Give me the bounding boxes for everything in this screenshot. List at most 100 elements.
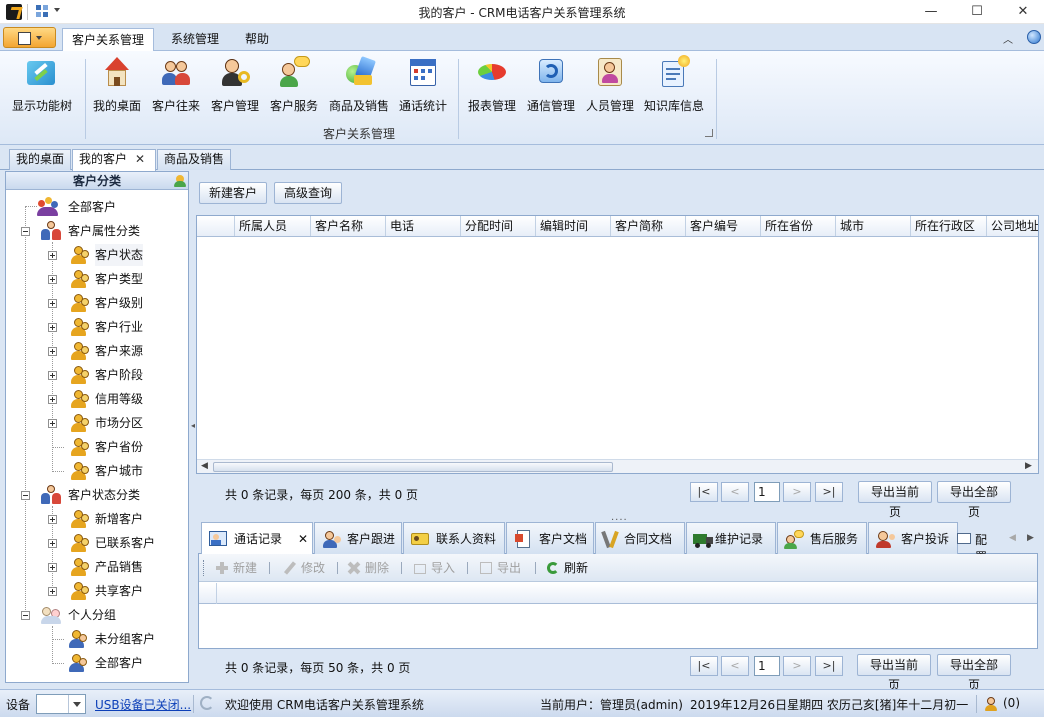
tab-scroll-right-icon[interactable]: ▶	[1027, 533, 1034, 543]
collapse-icon[interactable]	[21, 227, 30, 236]
tree-item-attribute[interactable]: 客户阶段	[6, 364, 186, 386]
tree-item-status[interactable]: 共享客户	[6, 580, 186, 602]
detail-first-page-button[interactable]: |<	[690, 656, 718, 676]
column-header[interactable]: 分配时间	[461, 216, 536, 236]
detail-last-page-button[interactable]: >|	[815, 656, 843, 676]
export-all-pages-button[interactable]: 导出全部页	[937, 481, 1011, 519]
tab-maintenance-records[interactable]: 维护记录	[686, 522, 776, 554]
expand-icon[interactable]	[48, 587, 57, 596]
expand-icon[interactable]	[48, 395, 57, 404]
column-header[interactable]: 客户简称	[611, 216, 686, 236]
my-desktop-button[interactable]: 我的桌面	[89, 53, 145, 125]
tree-item-attribute[interactable]: 信用等级	[6, 388, 186, 410]
tree-item-personal[interactable]: 未分组客户	[6, 628, 186, 650]
online-users-icon[interactable]	[984, 697, 998, 711]
tab-system-management[interactable]: 系统管理	[160, 28, 230, 51]
page-number-input[interactable]: 1	[754, 482, 780, 502]
tab-customer-relations[interactable]: 客户关系管理	[62, 28, 154, 52]
expand-icon[interactable]	[48, 371, 57, 380]
doc-tab-products-sales[interactable]: 商品及销售	[157, 149, 231, 170]
tree-item-status[interactable]: 已联系客户	[6, 532, 186, 554]
expand-icon[interactable]	[48, 419, 57, 428]
tree-item-all-customers[interactable]: 全部客户	[6, 196, 186, 218]
column-header[interactable]: 客户名称	[311, 216, 386, 236]
horizontal-scrollbar[interactable]: ◀ ▶	[197, 459, 1038, 473]
detail-next-page-button[interactable]: >	[783, 656, 811, 676]
communication-management-button[interactable]: 通信管理	[523, 53, 579, 125]
tree-item-attribute[interactable]: 客户级别	[6, 292, 186, 314]
tab-scroll-left-icon[interactable]: ◀	[1009, 533, 1016, 543]
prev-page-button[interactable]: <	[721, 482, 749, 502]
scroll-right-icon[interactable]: ▶	[1025, 461, 1032, 471]
detail-prev-page-button[interactable]: <	[721, 656, 749, 676]
column-header[interactable]: 所在行政区	[911, 216, 987, 236]
last-page-button[interactable]: >|	[815, 482, 843, 502]
expand-icon[interactable]	[48, 275, 57, 284]
first-page-button[interactable]: |<	[690, 482, 718, 502]
panel-pin-icon[interactable]	[174, 174, 186, 187]
globe-icon[interactable]	[1027, 30, 1041, 44]
tree-item-attribute[interactable]: 客户状态	[6, 244, 186, 266]
column-header[interactable]: 所属人员	[235, 216, 311, 236]
expand-icon[interactable]	[48, 539, 57, 548]
tab-call-records[interactable]: 通话记录 ✕	[201, 522, 313, 555]
tree-item-attribute[interactable]: 客户类型	[6, 268, 186, 290]
new-customer-button[interactable]: 新建客户	[199, 182, 267, 204]
tree-item-attribute[interactable]: 客户省份	[6, 436, 186, 458]
expand-icon[interactable]	[48, 299, 57, 308]
show-tree-button[interactable]: 显示功能树	[8, 53, 76, 125]
column-header[interactable]: 电话	[386, 216, 461, 236]
maximize-button[interactable]: ☐	[954, 0, 1000, 24]
application-menu-button[interactable]	[3, 27, 56, 48]
device-select[interactable]	[36, 694, 86, 714]
tree-item-personal-group[interactable]: 个人分组	[6, 604, 186, 626]
collapse-icon[interactable]	[21, 611, 30, 620]
minimize-button[interactable]: —	[908, 0, 954, 24]
column-header[interactable]: 城市	[836, 216, 911, 236]
tree-item-personal[interactable]: 全部客户	[6, 652, 186, 674]
scroll-left-icon[interactable]: ◀	[201, 461, 208, 471]
scroll-thumb[interactable]	[213, 462, 613, 472]
tree-item-status[interactable]: 新增客户	[6, 508, 186, 530]
group-dialog-launcher-icon[interactable]	[705, 129, 713, 137]
tab-customer-follow-up[interactable]: 客户跟进	[314, 522, 402, 554]
tree-item-status-group[interactable]: 客户状态分类	[6, 484, 186, 506]
expand-icon[interactable]	[48, 323, 57, 332]
tree-item-attribute[interactable]: 市场分区	[6, 412, 186, 434]
staff-management-button[interactable]: 人员管理	[582, 53, 638, 125]
expand-icon[interactable]	[48, 515, 57, 524]
tree-item-attribute-group[interactable]: 客户属性分类	[6, 220, 186, 242]
knowledge-base-button[interactable]: 知识库信息	[641, 53, 707, 125]
column-header[interactable]: 编辑时间	[536, 216, 611, 236]
detail-export-current-button[interactable]: 导出当前页	[857, 654, 931, 692]
ribbon-collapse-button[interactable]: ︿	[1003, 31, 1013, 46]
detail-export-all-button[interactable]: 导出全部页	[937, 654, 1011, 692]
next-page-button[interactable]: >	[783, 482, 811, 502]
expand-icon[interactable]	[48, 251, 57, 260]
column-header[interactable]: 公司地址	[987, 216, 1038, 236]
call-statistics-button[interactable]: 通话统计	[395, 53, 451, 125]
usb-status-link[interactable]: USB设备已关闭...	[95, 696, 191, 713]
close-icon[interactable]: ✕	[135, 152, 145, 166]
report-management-button[interactable]: 报表管理	[464, 53, 520, 125]
expand-icon[interactable]	[48, 563, 57, 572]
close-icon[interactable]: ✕	[298, 523, 308, 555]
close-button[interactable]: ✕	[1000, 0, 1044, 24]
column-header[interactable]: 所在省份	[761, 216, 836, 236]
expand-icon[interactable]	[48, 347, 57, 356]
tab-after-sales-service[interactable]: 售后服务	[777, 522, 867, 554]
customer-contact-button[interactable]: 客户往来	[148, 53, 204, 125]
doc-tab-my-customers[interactable]: 我的客户 ✕	[72, 149, 156, 171]
tree-item-attribute[interactable]: 客户行业	[6, 316, 186, 338]
customer-service-button[interactable]: 客户服务	[266, 53, 322, 125]
detail-page-number-input[interactable]: 1	[754, 656, 780, 676]
products-sales-button[interactable]: 商品及销售	[326, 53, 392, 125]
tab-contract-documents[interactable]: 合同文档	[595, 522, 685, 554]
column-header[interactable]: 客户编号	[686, 216, 761, 236]
export-current-page-button[interactable]: 导出当前页	[858, 481, 932, 519]
tab-contact-info[interactable]: 联系人资料	[403, 522, 505, 554]
customer-management-button[interactable]: 客户管理	[207, 53, 263, 125]
tree-item-status[interactable]: 产品销售	[6, 556, 186, 578]
tree-item-attribute[interactable]: 客户来源	[6, 340, 186, 362]
splitter-collapse-icon[interactable]: ◂	[191, 421, 195, 430]
